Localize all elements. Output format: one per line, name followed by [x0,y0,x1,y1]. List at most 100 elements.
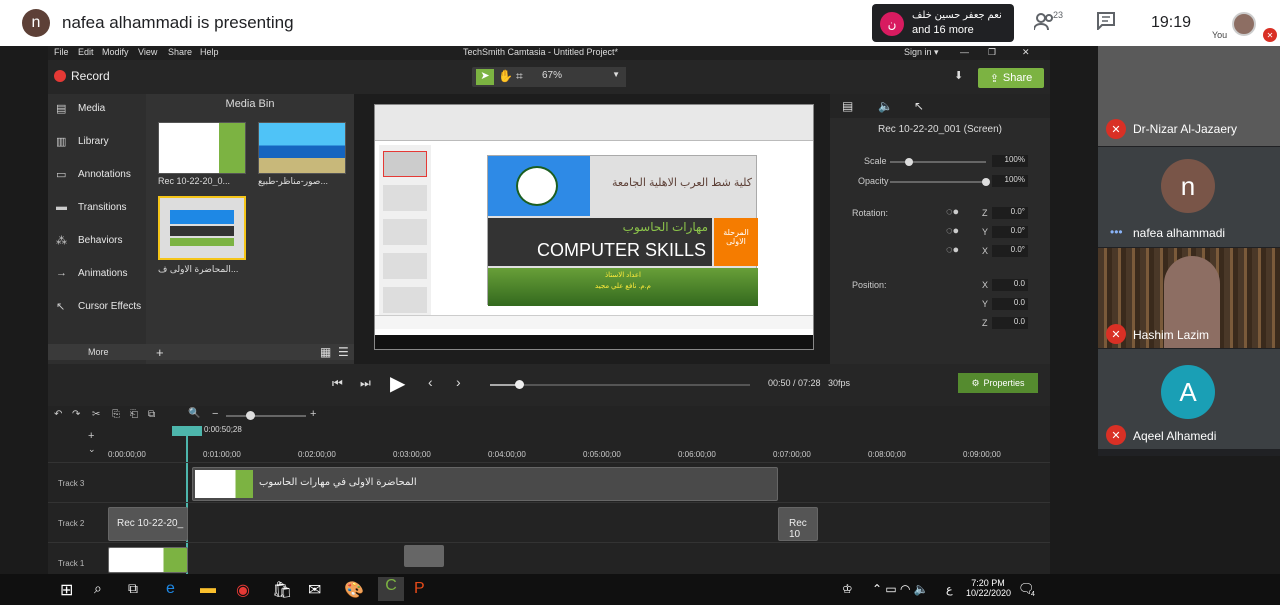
zoom-icon[interactable]: 🔍 [188,408,200,419]
cut-icon[interactable]: ✂ [92,409,100,420]
tray-icons[interactable]: ⌃ ▭ ◠ 🔈 [872,582,929,596]
menu-modify[interactable]: Modify [102,47,129,57]
position-y[interactable]: 0.0 [992,298,1028,310]
add-icon[interactable]: + [156,345,164,360]
playhead-marker[interactable] [172,426,202,436]
media-thumb-selected[interactable] [158,196,246,260]
camtasia-icon[interactable]: C [378,577,404,601]
preview-canvas[interactable]: كلية شط العرب الاهلية الجامعة مهارات الح… [374,104,814,350]
zoom-out-icon[interactable]: − [212,408,218,420]
tray-clock[interactable]: 7:20 PM 10/22/2020 [966,578,1011,598]
rotation-z[interactable]: 0.0° [992,207,1028,219]
menu-help[interactable]: Help [200,47,219,57]
language-indicator[interactable]: ع [946,583,953,596]
rotation-x[interactable]: 0.0° [992,245,1028,257]
copy-icon[interactable]: ⎘ [112,409,120,420]
close-icon[interactable]: ✕ [1022,47,1030,58]
nav-behaviors[interactable]: ⁂ Behaviors [56,234,122,247]
media-thumb[interactable] [158,122,246,174]
zoom-in-icon[interactable]: + [310,408,316,420]
step-back-icon[interactable]: ⏮ [332,376,343,391]
nav-media[interactable]: ▤ Media [56,102,105,115]
scrub-track[interactable] [490,384,750,386]
nav-animations[interactable]: → Animations [56,267,127,279]
people-tray-icon[interactable]: ♔ [842,582,853,596]
add-track-icon[interactable]: + [88,430,94,442]
arrow-tool-icon[interactable]: ➤ [476,69,494,85]
share-button[interactable]: ⇪ Share [978,68,1044,88]
minimize-icon[interactable]: — [960,47,969,57]
timeline-clip[interactable] [108,547,188,573]
timeline-zoom-slider[interactable] [226,415,306,417]
nav-label: Media [78,103,106,114]
paint-icon[interactable]: 🎨 [344,580,364,600]
crop-tool-icon[interactable]: ⌗ [516,69,523,84]
store-icon[interactable]: 🛍 [272,580,292,600]
more-button[interactable]: More [88,347,109,357]
participant-tile[interactable]: A ✕ Aqeel Alhamedi [1098,349,1280,449]
fps-readout: 30fps [828,378,851,388]
scrub-knob[interactable] [514,380,524,389]
participant-tile[interactable]: ✕ Dr-Nizar Al-Jazaery [1098,46,1280,146]
properties-button[interactable]: ⚙ Properties [958,373,1038,393]
visual-tab-icon[interactable]: ▤ [842,99,853,113]
position-z[interactable]: 0.0 [992,317,1028,329]
step-forward-icon[interactable]: ⏭ [360,376,371,391]
download-icon[interactable]: ⬇ [954,69,963,82]
menu-share[interactable]: Share [168,47,192,57]
chrome-icon[interactable]: ◉ [236,580,250,600]
grid-view-icon[interactable]: ▦ [320,345,331,359]
participant-tile[interactable]: ✕ Hashim Lazim [1098,248,1280,348]
mail-icon[interactable]: ✉ [308,580,321,600]
timeline-clip[interactable] [404,545,444,567]
split-icon[interactable]: ⧉ [148,409,155,420]
menu-edit[interactable]: Edit [78,47,94,57]
collapse-icon[interactable]: ⌄ [88,444,96,455]
opacity-slider[interactable] [890,181,986,183]
menu-file[interactable]: File [54,47,69,57]
position-x[interactable]: 0.0 [992,279,1028,291]
task-view-icon[interactable]: ⧉ [128,580,138,597]
nav-cursor-effects[interactable]: ↖ Cursor Effects [56,300,141,313]
participant-tile[interactable]: n ••• nafea alhammadi [1098,147,1280,247]
scale-value[interactable]: 100% [992,155,1028,167]
opacity-value[interactable]: 100% [992,175,1028,187]
signin-link[interactable]: Sign in ▾ [904,47,939,58]
join-toast[interactable]: ن نعم جعفر حسين خلف and 16 more [872,4,1014,42]
windows-start-icon[interactable]: ⊞ [60,580,73,600]
zoom-select[interactable]: 67% ▼ [536,67,626,87]
timeline-clip[interactable]: المحاضرة الاولى في مهارات الحاسوب [192,467,778,501]
undo-icon[interactable]: ↶ [54,409,62,420]
list-view-icon[interactable]: ☰ [338,345,349,359]
nav-transitions[interactable]: ▬ Transitions [56,201,127,213]
screen: n nafea alhammadi is presenting ن نعم جع… [0,0,1280,605]
timeline-clip[interactable]: Rec 10 [778,507,818,541]
self-avatar[interactable] [1232,12,1256,36]
timeline-zoom-knob[interactable] [246,411,255,420]
opacity-knob[interactable] [982,178,990,186]
search-icon[interactable]: ⌕ [94,580,102,597]
powerpoint-icon[interactable]: P [414,580,425,598]
chat-icon[interactable] [1097,12,1115,35]
gear-icon: ⚙ [971,377,980,388]
maximize-icon[interactable]: ❐ [988,47,996,58]
pan-tool-icon[interactable]: ✋ [498,69,513,83]
paste-icon[interactable]: ⎗ [130,409,138,420]
prev-icon[interactable]: ‹ [428,374,433,390]
audio-tab-icon[interactable]: 🔈 [878,99,893,113]
nav-label: Annotations [78,169,131,180]
menu-view[interactable]: View [138,47,157,57]
scale-knob[interactable] [905,158,914,166]
edge-icon[interactable]: e [166,580,175,598]
redo-icon[interactable]: ↷ [72,409,80,420]
cursor-tab-icon[interactable]: ↖ [914,99,924,113]
record-button[interactable]: Record [54,69,110,83]
timeline-clip[interactable]: Rec 10-22-20_ [108,507,188,541]
explorer-icon[interactable]: ▬ [200,580,216,598]
nav-annotations[interactable]: ▭ Annotations [56,168,131,181]
play-icon[interactable]: ▶ [390,371,405,396]
media-thumb[interactable] [258,122,346,174]
rotation-y[interactable]: 0.0° [992,226,1028,238]
next-icon[interactable]: › [456,374,461,390]
nav-library[interactable]: ▥ Library [56,135,109,148]
